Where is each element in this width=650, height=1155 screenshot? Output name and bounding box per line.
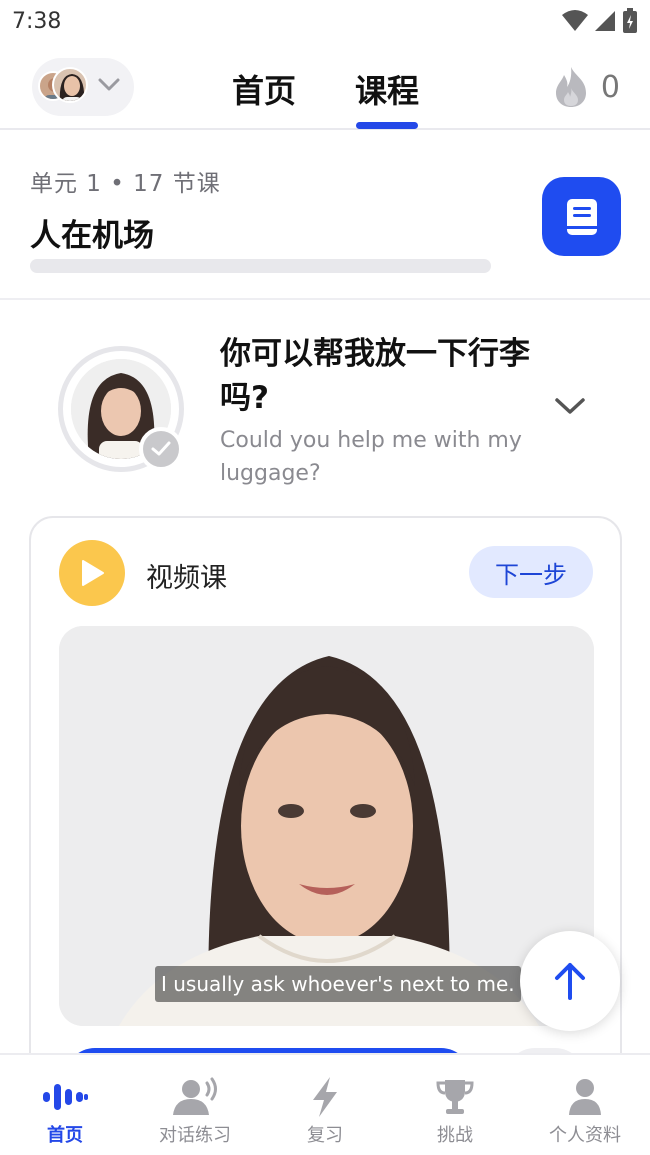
- bottom-nav-review[interactable]: 复习: [260, 1055, 390, 1155]
- bottom-nav-challenge[interactable]: 挑战: [390, 1055, 520, 1155]
- tab-home[interactable]: 首页: [232, 66, 296, 112]
- chevron-down-icon[interactable]: [554, 396, 586, 416]
- trophy-icon: [435, 1075, 475, 1119]
- video-lesson-card: 视频课 下一步 I usually ask whoever's next to …: [29, 516, 622, 1136]
- bottom-nav-label: 首页: [47, 1125, 83, 1146]
- streak-counter[interactable]: 0: [553, 66, 620, 108]
- avatar: [52, 67, 88, 103]
- bottom-nav-home[interactable]: 首页: [0, 1055, 130, 1155]
- bottom-nav-label: 复习: [307, 1125, 343, 1146]
- scroll-to-top-button[interactable]: [520, 931, 620, 1031]
- lesson-item[interactable]: 你可以帮我放一下行李吗? Could you help me with my l…: [0, 330, 650, 500]
- vocabulary-book-button[interactable]: [542, 177, 621, 256]
- status-bar: 7:38: [0, 0, 650, 44]
- unit-subtitle: 单元 1 • 17 节课: [30, 171, 221, 197]
- video-player[interactable]: I usually ask whoever's next to me.: [59, 626, 594, 1026]
- signal-icon: [595, 11, 615, 31]
- tab-course[interactable]: 课程: [355, 66, 419, 112]
- bottom-nav-profile[interactable]: 个人资料: [520, 1055, 650, 1155]
- bottom-nav-conversation[interactable]: 对话练习: [130, 1055, 260, 1155]
- play-button[interactable]: [59, 540, 125, 606]
- lesson-avatar-ring: [58, 346, 184, 472]
- bottom-nav-label: 对话练习: [159, 1125, 231, 1146]
- system-icons: [562, 8, 638, 34]
- person-icon: [568, 1075, 602, 1119]
- video-lesson-label: 视频课: [146, 563, 227, 594]
- top-nav: 首页 课程 0: [0, 50, 650, 130]
- avatar-pair: [38, 65, 88, 109]
- active-tab-indicator: [356, 122, 418, 129]
- video-subtitle: I usually ask whoever's next to me.: [155, 966, 521, 1002]
- completed-check-badge: [139, 427, 183, 471]
- bottom-nav-label: 挑战: [437, 1125, 473, 1146]
- next-step-button[interactable]: 下一步: [469, 546, 593, 598]
- arrow-up-icon: [555, 963, 585, 1000]
- status-time: 7:38: [12, 9, 62, 34]
- chevron-down-icon: [98, 78, 120, 91]
- bottom-nav: 首页 对话练习 复习 挑战 个人资料: [0, 1053, 650, 1155]
- play-icon: [82, 560, 104, 586]
- wifi-icon: [562, 10, 588, 31]
- check-icon: [151, 441, 171, 456]
- unit-title: 人在机场: [30, 218, 154, 254]
- streak-count: 0: [600, 69, 620, 105]
- unit-progress-bar: [30, 259, 491, 273]
- waveform-icon: [41, 1075, 89, 1119]
- profile-switcher[interactable]: [32, 58, 134, 116]
- speaking-person-icon: [171, 1075, 219, 1119]
- lesson-title-chinese: 你可以帮我放一下行李吗?: [220, 336, 530, 416]
- lesson-title-english: Could you help me with my luggage?: [220, 428, 522, 486]
- bottom-nav-label: 个人资料: [549, 1125, 621, 1146]
- battery-icon: [623, 8, 637, 33]
- flame-icon: [555, 67, 586, 107]
- lightning-icon: [310, 1075, 340, 1119]
- book-icon: [566, 198, 597, 235]
- unit-header: 单元 1 • 17 节课 人在机场: [0, 132, 650, 300]
